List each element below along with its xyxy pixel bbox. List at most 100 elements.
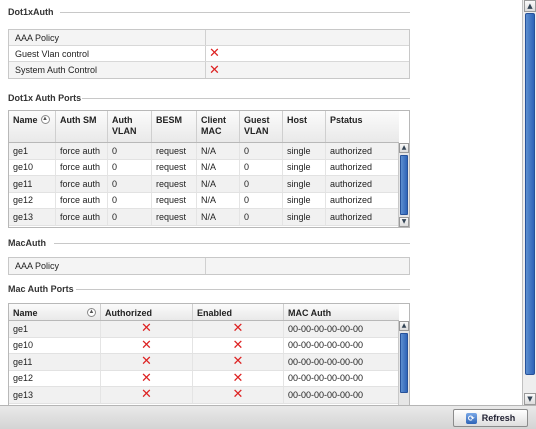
section-header-dot1x-ports: Dot1x Auth Ports: [8, 91, 410, 105]
mac-ports-grid: Name ▲ Authorized Enabled MAC Auth ge1 ✕ …: [8, 303, 410, 405]
table-row[interactable]: ge1 ✕ ✕ 00-00-00-00-00-00: [9, 321, 399, 338]
cell-auth-sm: force auth: [56, 209, 108, 225]
cell-besm: request: [152, 209, 197, 225]
column-header-name[interactable]: Name ▲: [9, 304, 101, 320]
scroll-up-arrow-icon[interactable]: ▲: [524, 0, 536, 12]
scroll-down-arrow-icon[interactable]: ▼: [399, 217, 409, 227]
refresh-label: Refresh: [481, 413, 516, 423]
column-header-mac-auth[interactable]: MAC Auth: [284, 304, 399, 320]
column-header-auth-vlan[interactable]: Auth VLAN: [108, 111, 152, 142]
dot1x-ports-scrollbar[interactable]: ▲ ▼: [398, 143, 409, 227]
x-mark-icon: ✕: [141, 370, 152, 386]
dot1x-ports-grid: Name ▲ Auth SM Auth VLAN BESM Client MAC …: [8, 110, 410, 228]
scroll-down-arrow-icon[interactable]: ▼: [524, 393, 536, 405]
table-row[interactable]: ge10 ✕ ✕ 00-00-00-00-00-00: [9, 337, 399, 354]
mac-ports-scrollbar[interactable]: ▲: [398, 321, 409, 405]
cell-name: ge12: [9, 192, 56, 208]
column-header-host[interactable]: Host: [283, 111, 326, 142]
column-header-name[interactable]: Name ▲: [9, 111, 56, 142]
scroll-thumb[interactable]: [400, 155, 408, 215]
cell-auth-sm: force auth: [56, 143, 108, 159]
cell-authorized: ✕: [101, 387, 193, 403]
column-header-pstatus[interactable]: Pstatus: [326, 111, 399, 142]
cell-client-mac: N/A: [197, 143, 240, 159]
kv-row: AAA Policy: [9, 30, 409, 46]
cell-pstatus: authorized: [330, 211, 373, 222]
table-row[interactable]: ge12 force auth 0 request N/A 0 single a…: [9, 192, 399, 209]
scroll-thumb[interactable]: [400, 333, 408, 393]
cell-enabled: ✕: [193, 370, 284, 386]
cell-name: ge10: [9, 159, 56, 175]
x-mark-icon: ✕: [232, 321, 244, 337]
x-mark-icon: ✕: [232, 387, 244, 403]
table-row[interactable]: ge11 force auth 0 request N/A 0 single a…: [9, 176, 399, 193]
cell-besm: request: [152, 176, 197, 192]
table-row[interactable]: ge12 ✕ ✕ 00-00-00-00-00-00: [9, 370, 399, 387]
scroll-thumb[interactable]: [525, 13, 535, 375]
section-divider: [76, 289, 410, 290]
refresh-button[interactable]: ⟳ Refresh: [453, 409, 528, 427]
cell-besm: request: [152, 159, 197, 175]
cell-mac-auth: 00-00-00-00-00-00: [288, 356, 364, 367]
cell-client-mac: N/A: [197, 159, 240, 175]
page-scrollbar[interactable]: ▲ ▼: [522, 0, 536, 405]
cell-name: ge1: [9, 143, 56, 159]
table-row[interactable]: ge13 ✕ ✕ 00-00-00-00-00-00: [9, 387, 399, 404]
kv-row: AAA Policy: [9, 258, 409, 274]
x-mark-icon: ✕: [232, 337, 244, 353]
cell-name: ge1: [9, 321, 101, 337]
section-header-dot1xauth: Dot1xAuth: [8, 5, 410, 19]
kv-value: ✕: [206, 46, 409, 61]
cell-guest-vlan: 0: [240, 143, 283, 159]
column-header-besm[interactable]: BESM: [152, 111, 197, 142]
grid-body: ge1 ✕ ✕ 00-00-00-00-00-00 ge10 ✕ ✕ 00-00…: [9, 321, 399, 404]
column-header-guest-vlan[interactable]: Guest VLAN: [240, 111, 283, 142]
cell-name: ge11: [9, 176, 56, 192]
scroll-up-arrow-icon[interactable]: ▲: [399, 143, 409, 153]
x-mark-icon: ✕: [209, 62, 220, 78]
cell-guest-vlan: 0: [240, 209, 283, 225]
cell-auth-vlan: 0: [108, 176, 152, 192]
cell-client-mac: N/A: [197, 209, 240, 225]
table-row[interactable]: ge10 force auth 0 request N/A 0 single a…: [9, 159, 399, 176]
section-divider: [60, 12, 410, 13]
x-mark-icon: ✕: [232, 354, 244, 370]
cell-pstatus: authorized: [330, 145, 373, 156]
column-header-enabled[interactable]: Enabled: [193, 304, 284, 320]
section-header-macauth: MacAuth: [8, 236, 410, 250]
grid-header: Name ▲ Authorized Enabled MAC Auth: [9, 304, 399, 321]
cell-auth-vlan: 0: [108, 143, 152, 159]
x-mark-icon: ✕: [141, 387, 152, 403]
column-header-auth-sm[interactable]: Auth SM: [56, 111, 108, 142]
column-header-client-mac[interactable]: Client MAC: [197, 111, 240, 142]
cell-auth-vlan: 0: [108, 159, 152, 175]
cell-auth-sm: force auth: [56, 192, 108, 208]
sort-ascending-icon[interactable]: ▲: [40, 115, 50, 124]
cell-enabled: ✕: [193, 321, 284, 337]
cell-mac-auth: 00-00-00-00-00-00: [288, 323, 364, 334]
kv-value: [206, 258, 409, 274]
footer-bar: ⟳ Refresh: [0, 405, 536, 429]
cell-host: single: [283, 209, 326, 225]
table-row[interactable]: ge13 force auth 0 request N/A 0 single a…: [9, 209, 399, 226]
cell-host: single: [283, 176, 326, 192]
main-content: Dot1xAuth AAA Policy Guest Vlan control …: [0, 0, 522, 405]
column-header-authorized[interactable]: Authorized: [101, 304, 193, 320]
scroll-up-arrow-icon[interactable]: ▲: [399, 321, 409, 331]
table-row[interactable]: ge1 force auth 0 request N/A 0 single au…: [9, 143, 399, 160]
section-title: Mac Auth Ports: [8, 284, 74, 294]
cell-pstatus: authorized: [330, 178, 373, 189]
cell-pstatus: authorized: [330, 195, 373, 206]
cell-name: ge13: [9, 209, 56, 225]
cell-mac-auth: 00-00-00-00-00-00: [288, 373, 364, 384]
sort-ascending-icon[interactable]: ▲: [87, 308, 96, 317]
grid-body: ge1 force auth 0 request N/A 0 single au…: [9, 143, 399, 226]
cell-guest-vlan: 0: [240, 192, 283, 208]
cell-besm: request: [152, 143, 197, 159]
macauth-table: AAA Policy: [8, 257, 410, 275]
x-mark-icon: ✕: [232, 370, 244, 386]
table-row[interactable]: ge11 ✕ ✕ 00-00-00-00-00-00: [9, 354, 399, 371]
cell-authorized: ✕: [101, 370, 193, 386]
kv-label: AAA Policy: [9, 30, 206, 45]
cell-mac-auth: 00-00-00-00-00-00: [288, 340, 364, 351]
